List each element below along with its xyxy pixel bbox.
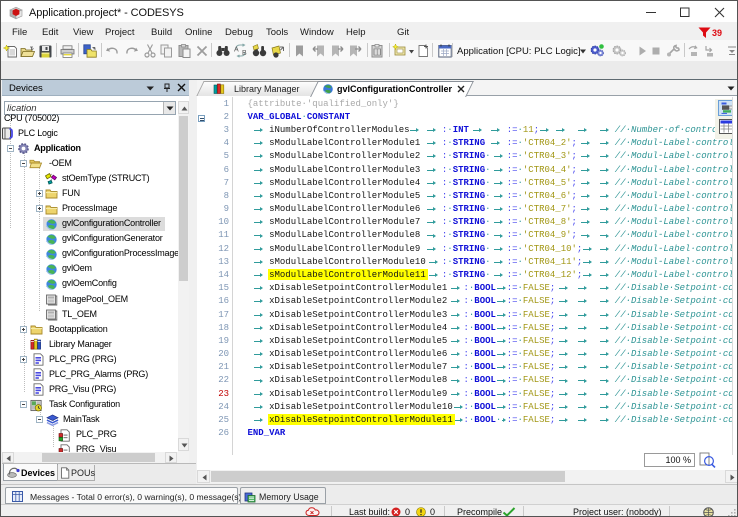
svg-text:A: A [234, 47, 239, 54]
svg-text:B: B [242, 50, 247, 57]
